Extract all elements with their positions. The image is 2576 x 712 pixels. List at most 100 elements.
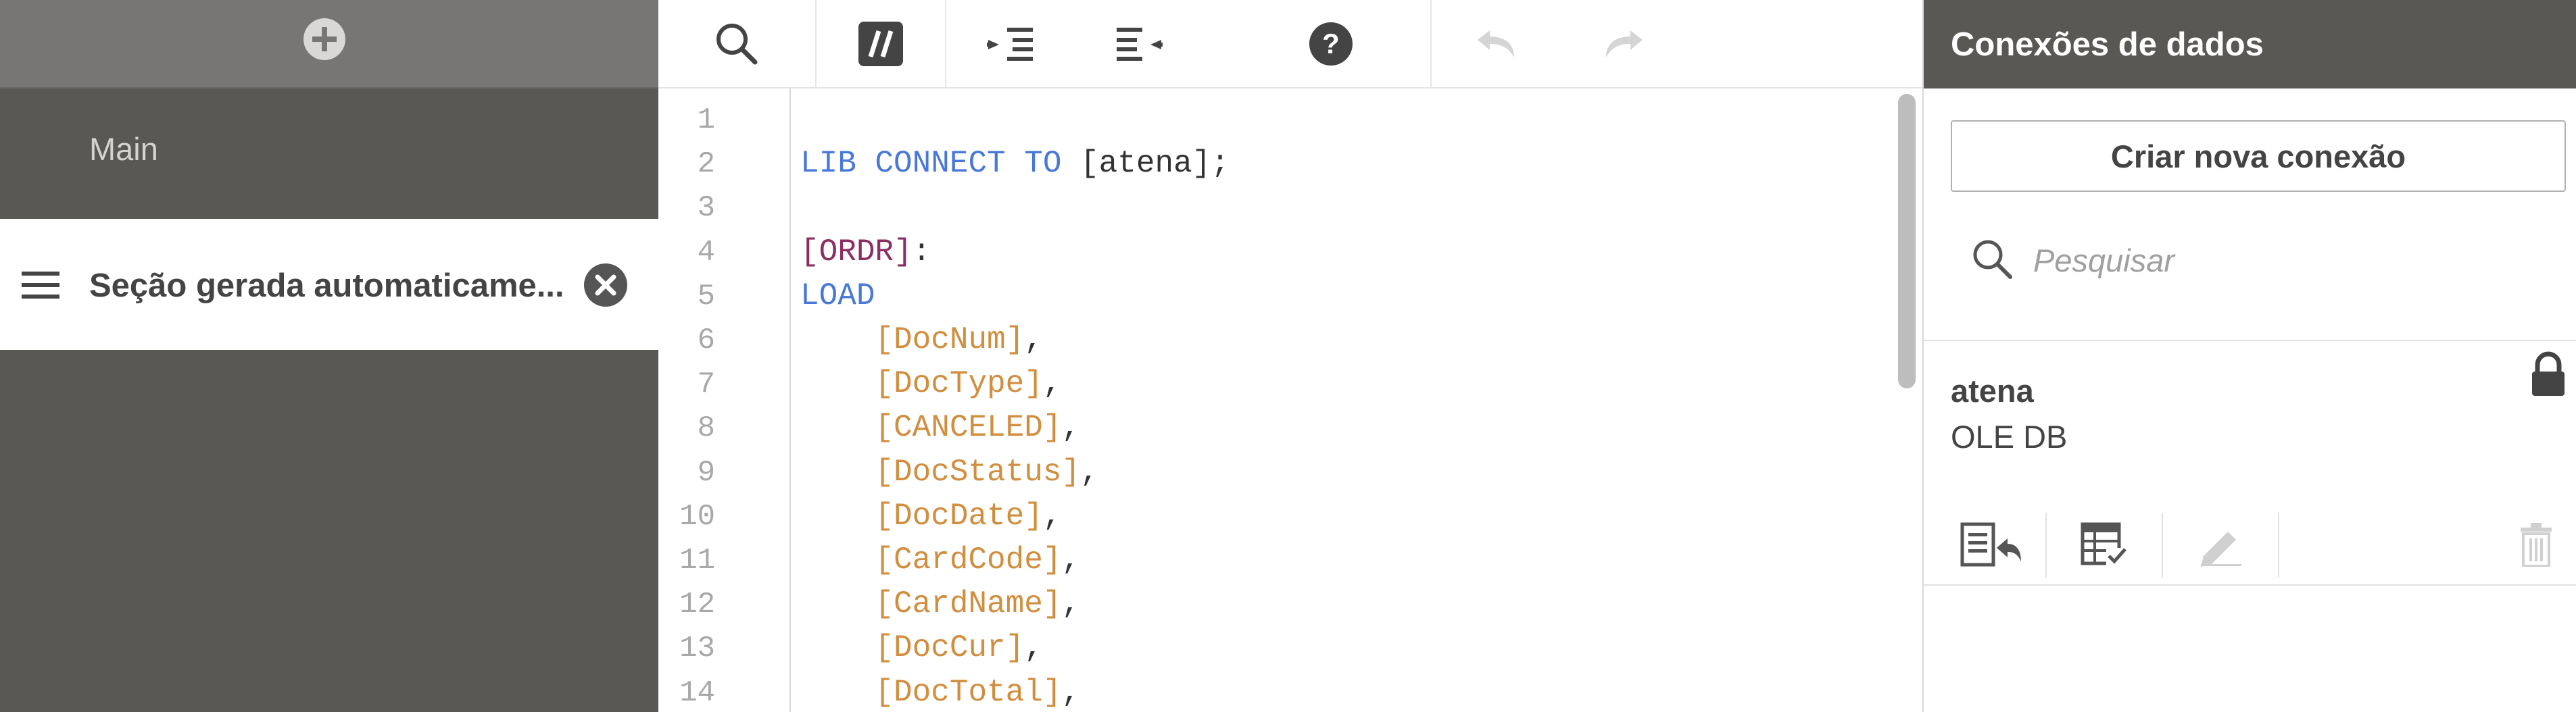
code-line[interactable]: [DocNum], [800, 322, 1043, 357]
code-line[interactable]: [DocType], [800, 366, 1061, 401]
insert-connect-string-button[interactable] [1937, 512, 2045, 577]
editor-toolbar: ? [658, 0, 1922, 88]
code-line[interactable]: LOAD [800, 278, 875, 313]
indent-button[interactable] [946, 0, 1075, 87]
code-line[interactable]: [DocCur], [800, 630, 1043, 666]
data-connections-panel: Conexões de dados Criar nova conexão ate… [1922, 0, 2576, 712]
line-number: 3 [697, 191, 715, 226]
line-number: 10 [679, 499, 715, 534]
comment-toggle-icon [858, 21, 903, 66]
search-button[interactable] [658, 0, 815, 87]
code-line[interactable]: LIB CONNECT TO [atena]; [800, 146, 1230, 181]
outdent-icon [1117, 27, 1163, 61]
code-line[interactable]: [DocTotal], [800, 675, 1080, 710]
code-token: [ORDR] [800, 234, 913, 270]
code-token: , [1024, 630, 1043, 666]
line-number: 13 [679, 632, 715, 666]
connection-item[interactable]: atena OLE DB [1924, 341, 2576, 584]
code-line[interactable]: [CANCELED], [800, 410, 1080, 445]
code-token: [CardCode] [875, 542, 1062, 578]
connection-name: atena [1951, 373, 2034, 409]
code-token: , [1024, 322, 1043, 357]
connection-type: OLE DB [1951, 419, 2068, 455]
sidebar-toolbar [0, 0, 658, 88]
divider [2278, 513, 2279, 578]
help-button[interactable]: ? [1267, 0, 1395, 87]
line-number: 6 [697, 324, 715, 357]
drag-handle-icon[interactable] [22, 270, 59, 300]
code-token: LIB CONNECT TO [800, 146, 1062, 182]
line-number-gutter: 1 2 3 4 5 6 7 8 9 10 11 12 13 14 [658, 88, 791, 712]
code-line[interactable]: [ORDR]: [800, 234, 931, 270]
line-number: 11 [679, 544, 715, 578]
code-token: , [1042, 498, 1062, 534]
code-token: [DocStatus] [875, 454, 1081, 490]
section-item-label: Seção gerada automaticame... [89, 268, 564, 304]
line-number: 14 [679, 676, 715, 710]
delete-connection-button[interactable] [2502, 512, 2570, 577]
script-editor[interactable]: 1 2 3 4 5 6 7 8 9 10 11 12 13 14 LIB CONNECT TO [aten… [658, 88, 1922, 712]
help-icon: ? [1309, 22, 1353, 66]
svg-text:?: ? [1322, 28, 1340, 59]
insert-connect-string-icon [1960, 522, 2021, 567]
select-data-icon [2081, 522, 2127, 565]
close-icon[interactable] [583, 262, 629, 308]
edit-connection-button[interactable] [2163, 512, 2278, 577]
code-token: , [1061, 674, 1081, 710]
code-token: , [1061, 410, 1081, 446]
outdent-button[interactable] [1075, 0, 1203, 87]
plus-circle-icon[interactable] [302, 17, 347, 61]
undo-button[interactable] [1432, 0, 1560, 87]
section-sidebar: Main Seção gerada automaticame... [0, 0, 658, 712]
divider [1924, 584, 2576, 586]
code-token: [atena]; [1061, 146, 1230, 182]
select-data-button[interactable] [2047, 512, 2162, 577]
code-token: , [1080, 454, 1099, 490]
search-icon [716, 23, 758, 64]
panel-header: Conexões de dados [1924, 0, 2576, 88]
edit-icon [2201, 532, 2241, 567]
redo-button[interactable] [1560, 0, 1688, 87]
code-token: : [912, 234, 931, 270]
code-line[interactable]: [DocStatus], [800, 454, 1099, 490]
search-icon [1973, 240, 2012, 279]
line-number: 12 [679, 588, 715, 622]
comment-button[interactable] [817, 0, 945, 87]
line-number: 7 [697, 367, 715, 402]
line-number: 2 [697, 147, 715, 182]
create-connection-button[interactable]: Criar nova conexão [1951, 120, 2566, 192]
lock-icon [2532, 351, 2565, 396]
code-token: [DocDate] [875, 498, 1043, 534]
line-number: 4 [697, 235, 715, 270]
undo-icon [1478, 30, 1514, 57]
section-item-main[interactable]: Main [0, 88, 658, 219]
code-line[interactable]: [CardCode], [800, 542, 1080, 578]
line-number: 5 [697, 279, 715, 313]
line-number: 9 [697, 455, 715, 490]
code-token: [CardName] [875, 586, 1062, 622]
code-token: , [1061, 586, 1081, 622]
code-token: , [1042, 366, 1062, 402]
editor-scrollbar[interactable] [1898, 94, 1916, 388]
code-line[interactable]: [CardName], [800, 586, 1080, 621]
code-token: [DocCur] [875, 630, 1025, 666]
redo-icon [1606, 30, 1643, 57]
code-line[interactable]: [DocDate], [800, 499, 1061, 534]
code-token: [DocTotal] [875, 674, 1062, 710]
line-number: 8 [697, 411, 715, 446]
delete-icon [2521, 523, 2552, 567]
indent-icon [987, 27, 1033, 61]
search-input[interactable] [2032, 235, 2548, 285]
code-token: , [1061, 542, 1081, 578]
section-item-label: Main [89, 131, 158, 167]
section-item-auto-generated[interactable]: Seção gerada automaticame... [0, 219, 658, 350]
